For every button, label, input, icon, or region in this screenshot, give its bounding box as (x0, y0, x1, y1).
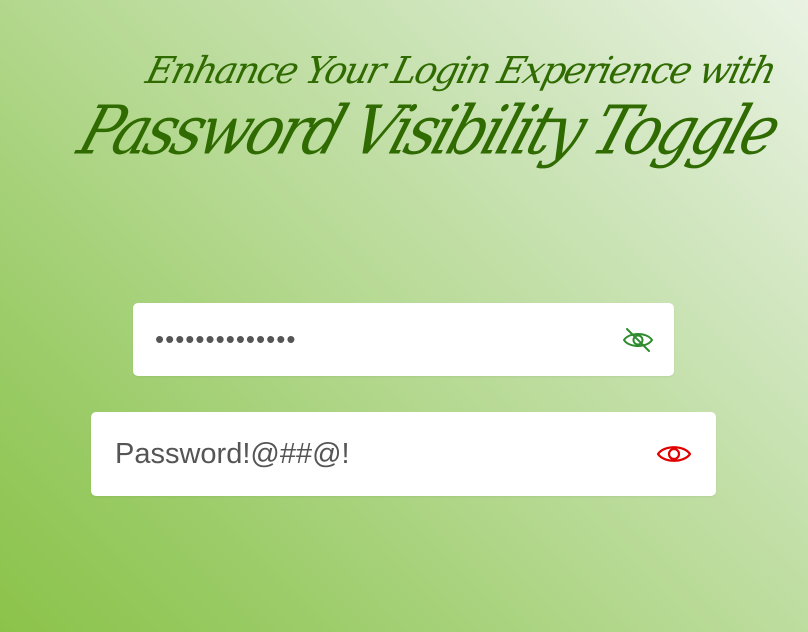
page-heading: Enhance Your Login Experience with Passw… (69, 49, 787, 170)
password-field-hidden (133, 303, 674, 376)
password-visibility-toggle-show[interactable] (620, 322, 656, 358)
password-visibility-toggle-hide[interactable] (654, 434, 694, 474)
password-input-visible[interactable] (91, 412, 631, 496)
heading-line-1: Enhance Your Login Experience with (141, 49, 780, 92)
password-input-hidden[interactable] (133, 303, 603, 376)
password-field-visible (91, 412, 716, 496)
heading-line-2: Password Visibility Toggle (69, 91, 787, 171)
eye-slash-icon (623, 328, 653, 352)
eye-icon (656, 446, 692, 462)
